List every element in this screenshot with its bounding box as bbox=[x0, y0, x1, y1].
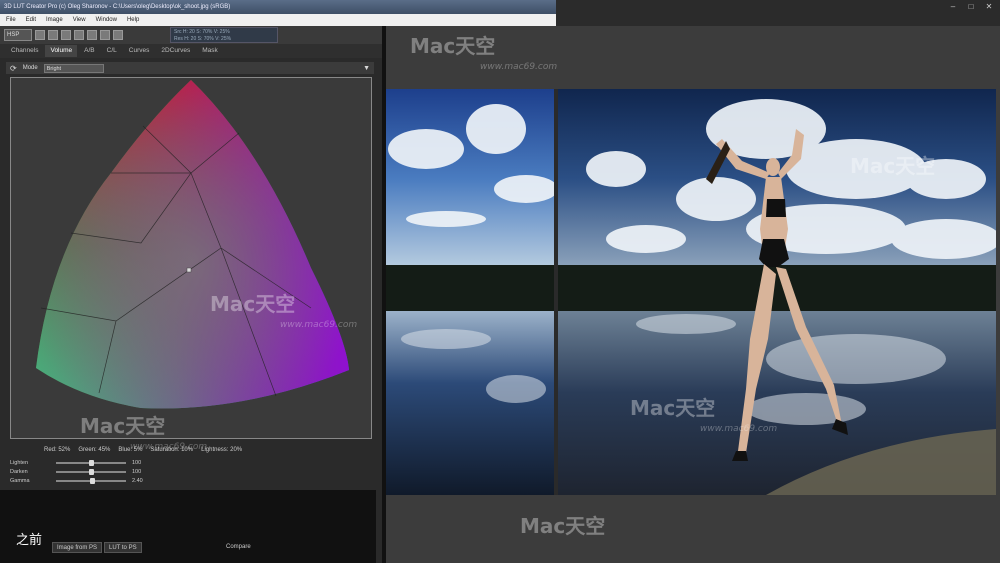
darken-slider-row: Darken 100 bbox=[10, 469, 152, 475]
minimize-icon[interactable]: – bbox=[948, 2, 958, 12]
gamma-slider-row: Gamma 2.40 bbox=[10, 478, 152, 484]
lighten-label: Lighten bbox=[10, 460, 29, 466]
compare-button[interactable]: Compare bbox=[222, 542, 255, 553]
maximize-icon[interactable]: □ bbox=[966, 2, 976, 12]
menu-view[interactable]: View bbox=[73, 17, 86, 23]
close-icon[interactable]: ✕ bbox=[984, 2, 994, 12]
watermark-brand: Mac天空 bbox=[520, 514, 606, 538]
app-title: 3D LUT Creator Pro (c) Oleg Sharonov - C… bbox=[4, 4, 231, 10]
image-from-ps-button[interactable]: Image from PS bbox=[52, 542, 103, 553]
watermark-brand: Mac天空 bbox=[410, 34, 496, 58]
watermark-url: www.mac69.com bbox=[130, 442, 208, 452]
watermark-brand: Mac天空 bbox=[210, 292, 296, 316]
menu-edit[interactable]: Edit bbox=[26, 17, 36, 23]
tab-channels[interactable]: Channels bbox=[6, 45, 43, 57]
lighten-knob[interactable] bbox=[88, 460, 94, 466]
mode-bar: ⟳ Mode Bright ▼ bbox=[6, 62, 374, 74]
gamma-slider[interactable] bbox=[56, 478, 126, 484]
mode-label: Mode bbox=[22, 65, 38, 71]
darken-knob[interactable] bbox=[88, 469, 94, 475]
mode-select[interactable]: Bright bbox=[43, 63, 104, 73]
menu-window[interactable]: Window bbox=[96, 17, 117, 23]
color-readout: Src H: 20 S: 70% V: 25% Res H: 20 S: 70%… bbox=[170, 27, 278, 43]
watermark-url: www.mac69.com bbox=[280, 320, 358, 330]
tab-mask[interactable]: Mask bbox=[197, 45, 223, 57]
select-tool-icon[interactable] bbox=[87, 30, 97, 40]
app-title-bar: 3D LUT Creator Pro (c) Oleg Sharonov - C… bbox=[0, 0, 556, 14]
watermark-brand: Mac天空 bbox=[850, 154, 936, 178]
lighten-slider-row: Lighten 100 bbox=[10, 460, 152, 466]
darken-label: Darken bbox=[10, 469, 28, 475]
gamma-value: 2.40 bbox=[132, 478, 143, 484]
pan-tool-icon[interactable] bbox=[48, 30, 58, 40]
lightness-reading: Lightness: 20% bbox=[201, 447, 243, 453]
readout-result: Res H: 20 S: 70% V: 25% bbox=[174, 36, 232, 42]
darken-value: 100 bbox=[132, 469, 142, 475]
refresh-icon[interactable]: ⟳ bbox=[10, 64, 17, 73]
tab-ab[interactable]: A/B bbox=[79, 45, 99, 57]
watermark-brand: Mac天空 bbox=[630, 396, 716, 420]
menu-file[interactable]: File bbox=[6, 17, 16, 23]
tab-cl[interactable]: C/L bbox=[102, 45, 122, 57]
menu-bar: File Edit Image View Window Help bbox=[0, 14, 556, 26]
lut-to-ps-button[interactable]: LUT to PS bbox=[104, 542, 142, 553]
colorspace-select[interactable]: HSP bbox=[4, 29, 32, 41]
tab-curves[interactable]: Curves bbox=[124, 45, 155, 57]
lighten-value: 100 bbox=[132, 460, 142, 466]
lighten-slider[interactable] bbox=[56, 460, 126, 466]
grid-tool-icon[interactable] bbox=[61, 30, 71, 40]
panel-menu-icon[interactable]: ▼ bbox=[363, 65, 370, 72]
volume-center-handle[interactable] bbox=[186, 267, 192, 273]
tab-bar: Channels Volume A/B C/L Curves 2DCurves … bbox=[0, 44, 382, 58]
watermark-url: www.mac69.com bbox=[700, 424, 778, 434]
green-reading: Green: 45% bbox=[78, 447, 111, 453]
point-tool-icon[interactable] bbox=[100, 30, 110, 40]
before-overlay-label: 之前 bbox=[16, 533, 43, 548]
menu-image[interactable]: Image bbox=[46, 17, 63, 23]
tab-2dcurves[interactable]: 2DCurves bbox=[156, 45, 195, 57]
gamma-label: Gamma bbox=[10, 478, 30, 484]
view-mode-icon[interactable] bbox=[113, 30, 123, 40]
tab-volume[interactable]: Volume bbox=[45, 45, 78, 57]
compare-split-line bbox=[554, 89, 558, 495]
eyedropper-icon[interactable] bbox=[74, 30, 84, 40]
color-volume-graph[interactable] bbox=[11, 78, 371, 438]
watermark-url: www.mac69.com bbox=[480, 62, 558, 72]
color-volume-canvas[interactable] bbox=[10, 77, 372, 439]
watermark-brand: Mac天空 bbox=[80, 414, 166, 438]
red-reading: Red: 52% bbox=[44, 447, 71, 453]
darken-slider[interactable] bbox=[56, 469, 126, 475]
move-tool-icon[interactable] bbox=[35, 30, 45, 40]
readout-source: Src H: 20 S: 70% V: 25% bbox=[174, 29, 230, 35]
gamma-knob[interactable] bbox=[89, 478, 95, 484]
menu-help[interactable]: Help bbox=[127, 17, 139, 23]
right-window-top: – □ ✕ bbox=[556, 0, 1000, 26]
